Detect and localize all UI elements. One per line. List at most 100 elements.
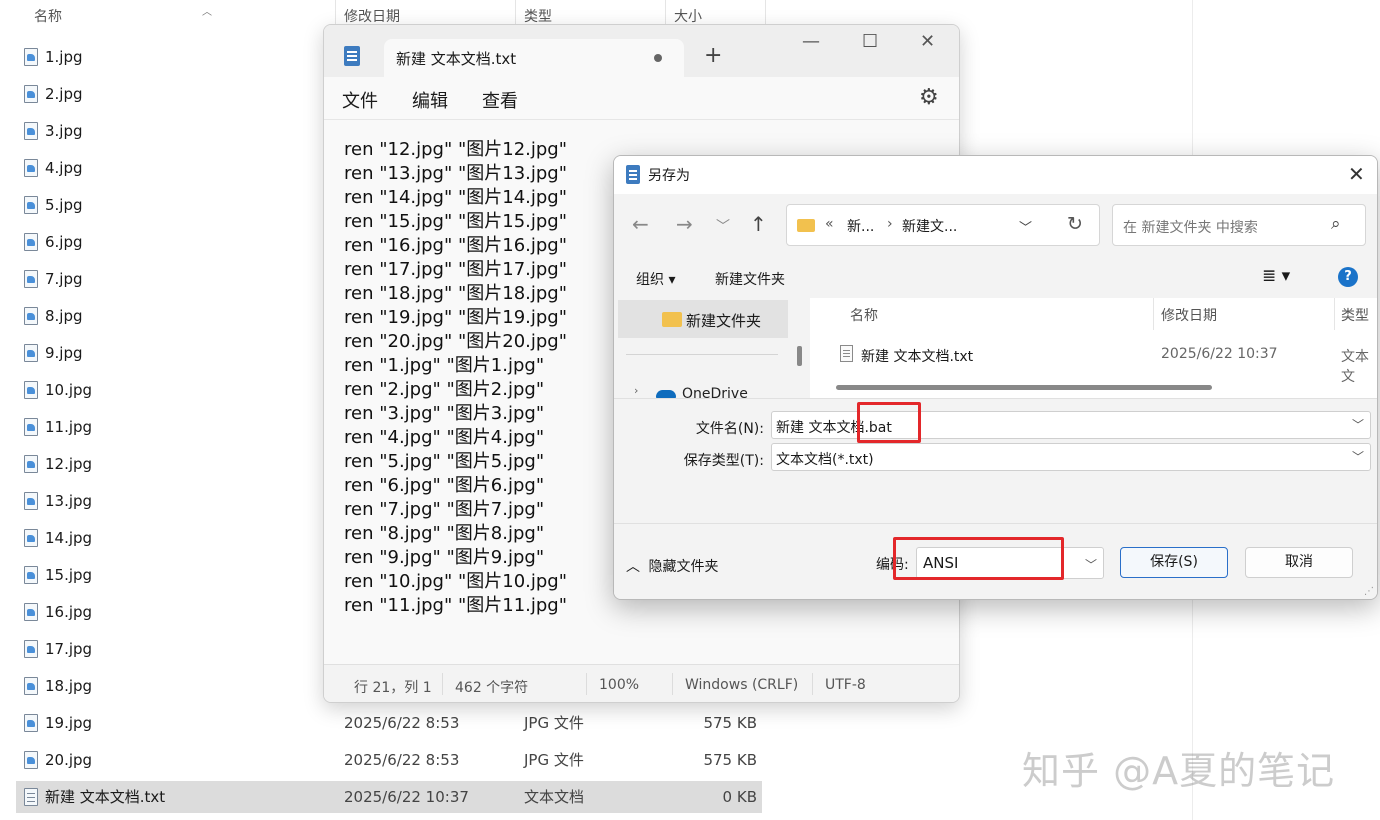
list-row-type: 文本文	[1341, 349, 1369, 385]
text-line: ren "8.jpg" "图片8.jpg"	[344, 523, 545, 544]
column-header-name-label: 名称	[34, 9, 62, 25]
breadcrumb-overflow[interactable]: «	[825, 216, 834, 232]
list-row-name[interactable]: 新建 文本文档.txt	[861, 346, 973, 366]
address-bar[interactable]: « 新... › 新建文... ﹀ ↻	[786, 204, 1100, 246]
text-file-icon	[24, 788, 38, 806]
save-button[interactable]: 保存(S)	[1120, 547, 1228, 578]
text-line: ren "2.jpg" "图片2.jpg"	[344, 379, 545, 400]
breadcrumb-separator-icon: ›	[887, 216, 893, 232]
new-folder-button[interactable]: 新建文件夹	[715, 269, 785, 289]
annotation-box-filename-extension	[857, 402, 921, 443]
file-row[interactable]: 19.jpg 2025/6/22 8:53 JPG 文件 575 KB	[16, 707, 762, 739]
address-dropdown-chevron-icon[interactable]: ﹀	[1019, 217, 1032, 236]
breadcrumb-item[interactable]: 新...	[847, 216, 874, 236]
text-line: ren "11.jpg" "图片11.jpg"	[344, 595, 568, 616]
text-line: ren "17.jpg" "图片17.jpg"	[344, 259, 568, 280]
list-horizontal-scrollbar[interactable]	[836, 385, 1212, 390]
status-separator	[672, 673, 673, 695]
image-file-icon	[24, 196, 38, 214]
dialog-title: 另存为	[648, 168, 690, 184]
organize-menu-button[interactable]: 组织 ▾	[636, 269, 675, 289]
breadcrumb-item-current[interactable]: 新建文...	[902, 216, 957, 236]
image-file-icon	[24, 159, 38, 177]
list-header-type[interactable]: 类型	[1341, 305, 1369, 325]
text-line: ren "18.jpg" "图片18.jpg"	[344, 283, 568, 304]
text-line: ren "14.jpg" "图片14.jpg"	[344, 187, 568, 208]
filename-dropdown-chevron-icon[interactable]: ﹀	[1352, 416, 1364, 433]
text-line: ren "13.jpg" "图片13.jpg"	[344, 163, 568, 184]
help-icon[interactable]: ?	[1338, 267, 1358, 287]
menu-file[interactable]: 文件	[342, 87, 378, 113]
image-file-icon	[24, 677, 38, 695]
nav-pane-scrollbar[interactable]	[797, 346, 802, 366]
list-header-date[interactable]: 修改日期	[1161, 305, 1217, 325]
menu-view[interactable]: 查看	[482, 87, 518, 113]
text-line: ren "20.jpg" "图片20.jpg"	[344, 331, 568, 352]
file-row[interactable]: 新建 文本文档.txt 2025/6/22 10:37 文本文档 0 KB	[16, 781, 762, 813]
notepad-status-bar: 行 21，列 1 462 个字符 100% Windows (CRLF) UTF…	[324, 664, 959, 702]
status-cursor-position: 行 21，列 1	[354, 680, 432, 696]
notepad-titlebar[interactable]: 新建 文本文档.txt + — ☐ ✕	[324, 25, 959, 77]
close-icon[interactable]: ✕	[920, 31, 935, 52]
maximize-icon[interactable]: ☐	[862, 31, 878, 52]
filename-label: 文件名(N):	[695, 421, 764, 437]
file-name: 2.jpg	[45, 85, 83, 103]
file-size: 0 KB	[722, 788, 757, 806]
forward-arrow-icon[interactable]: →	[676, 212, 693, 236]
unsaved-dot-icon[interactable]	[654, 54, 662, 62]
encoding-dropdown-chevron-icon[interactable]: ﹀	[1085, 556, 1097, 573]
save-form: 文件名(N): 新建 文本文档.bat ﹀ 保存类型(T): 文本文档(*.tx…	[614, 398, 1377, 523]
status-zoom[interactable]: 100%	[599, 677, 639, 693]
recent-locations-chevron-icon[interactable]: ﹀	[716, 216, 730, 236]
nav-divider	[626, 354, 778, 355]
menu-edit[interactable]: 编辑	[412, 87, 448, 113]
notepad-tab[interactable]: 新建 文本文档.txt	[384, 39, 684, 77]
view-options-icon[interactable]: ≣ ▾	[1262, 266, 1290, 286]
list-header-name[interactable]: 名称	[850, 305, 878, 325]
text-line: ren "7.jpg" "图片7.jpg"	[344, 499, 545, 520]
file-name: 8.jpg	[45, 307, 83, 325]
dialog-titlebar[interactable]: 另存为 ✕	[614, 156, 1377, 194]
text-line: ren "9.jpg" "图片9.jpg"	[344, 547, 545, 568]
file-name: 3.jpg	[45, 122, 83, 140]
image-file-icon	[24, 640, 38, 658]
file-type: 文本文档	[524, 788, 585, 806]
status-separator	[442, 673, 443, 695]
image-file-icon	[24, 418, 38, 436]
hide-folders-label: 隐藏文件夹	[648, 559, 719, 575]
text-line: ren "12.jpg" "图片12.jpg"	[344, 139, 568, 160]
filetype-dropdown-chevron-icon[interactable]: ﹀	[1352, 448, 1364, 465]
file-name: 6.jpg	[45, 233, 83, 251]
status-line-ending[interactable]: Windows (CRLF)	[685, 677, 798, 693]
image-file-icon	[24, 122, 38, 140]
file-name: 13.jpg	[45, 492, 93, 510]
up-arrow-icon[interactable]: ↑	[750, 212, 767, 236]
file-name: 16.jpg	[45, 603, 93, 621]
dialog-close-icon[interactable]: ✕	[1348, 162, 1365, 186]
list-header-separator	[1334, 298, 1335, 330]
list-header-separator	[1153, 298, 1154, 330]
status-encoding[interactable]: UTF-8	[825, 677, 866, 693]
file-name: 17.jpg	[45, 640, 93, 658]
back-arrow-icon[interactable]: ←	[632, 212, 649, 236]
settings-gear-icon[interactable]: ⚙	[919, 85, 939, 110]
sort-ascending-icon: ︿	[202, 7, 212, 18]
filetype-select[interactable]: 文本文档(*.txt) ﹀	[771, 443, 1371, 471]
minimize-icon[interactable]: —	[802, 31, 820, 52]
cancel-button[interactable]: 取消	[1245, 547, 1353, 578]
search-input[interactable]: 在 新建文件夹 中搜索 ⌕	[1112, 204, 1366, 246]
resize-grip-icon[interactable]: ⋰	[1364, 586, 1374, 597]
file-name: 19.jpg	[45, 714, 93, 732]
expand-chevron-icon[interactable]: ›	[634, 384, 638, 397]
file-row[interactable]: 20.jpg 2025/6/22 8:53 JPG 文件 575 KB	[16, 744, 762, 776]
notepad-app-icon	[344, 46, 360, 66]
column-header-name[interactable]: 名称 ︿	[26, 0, 336, 34]
search-icon[interactable]: ⌕	[1331, 214, 1341, 234]
nav-item-selected-folder[interactable]: 新建文件夹	[618, 300, 788, 338]
folder-icon	[662, 312, 682, 327]
hide-folders-toggle[interactable]: ︿ 隐藏文件夹	[626, 556, 718, 576]
new-tab-button[interactable]: +	[704, 43, 722, 68]
file-date: 2025/6/22 10:37	[344, 788, 469, 806]
refresh-icon[interactable]: ↻	[1067, 213, 1083, 235]
text-line: ren "1.jpg" "图片1.jpg"	[344, 355, 545, 376]
